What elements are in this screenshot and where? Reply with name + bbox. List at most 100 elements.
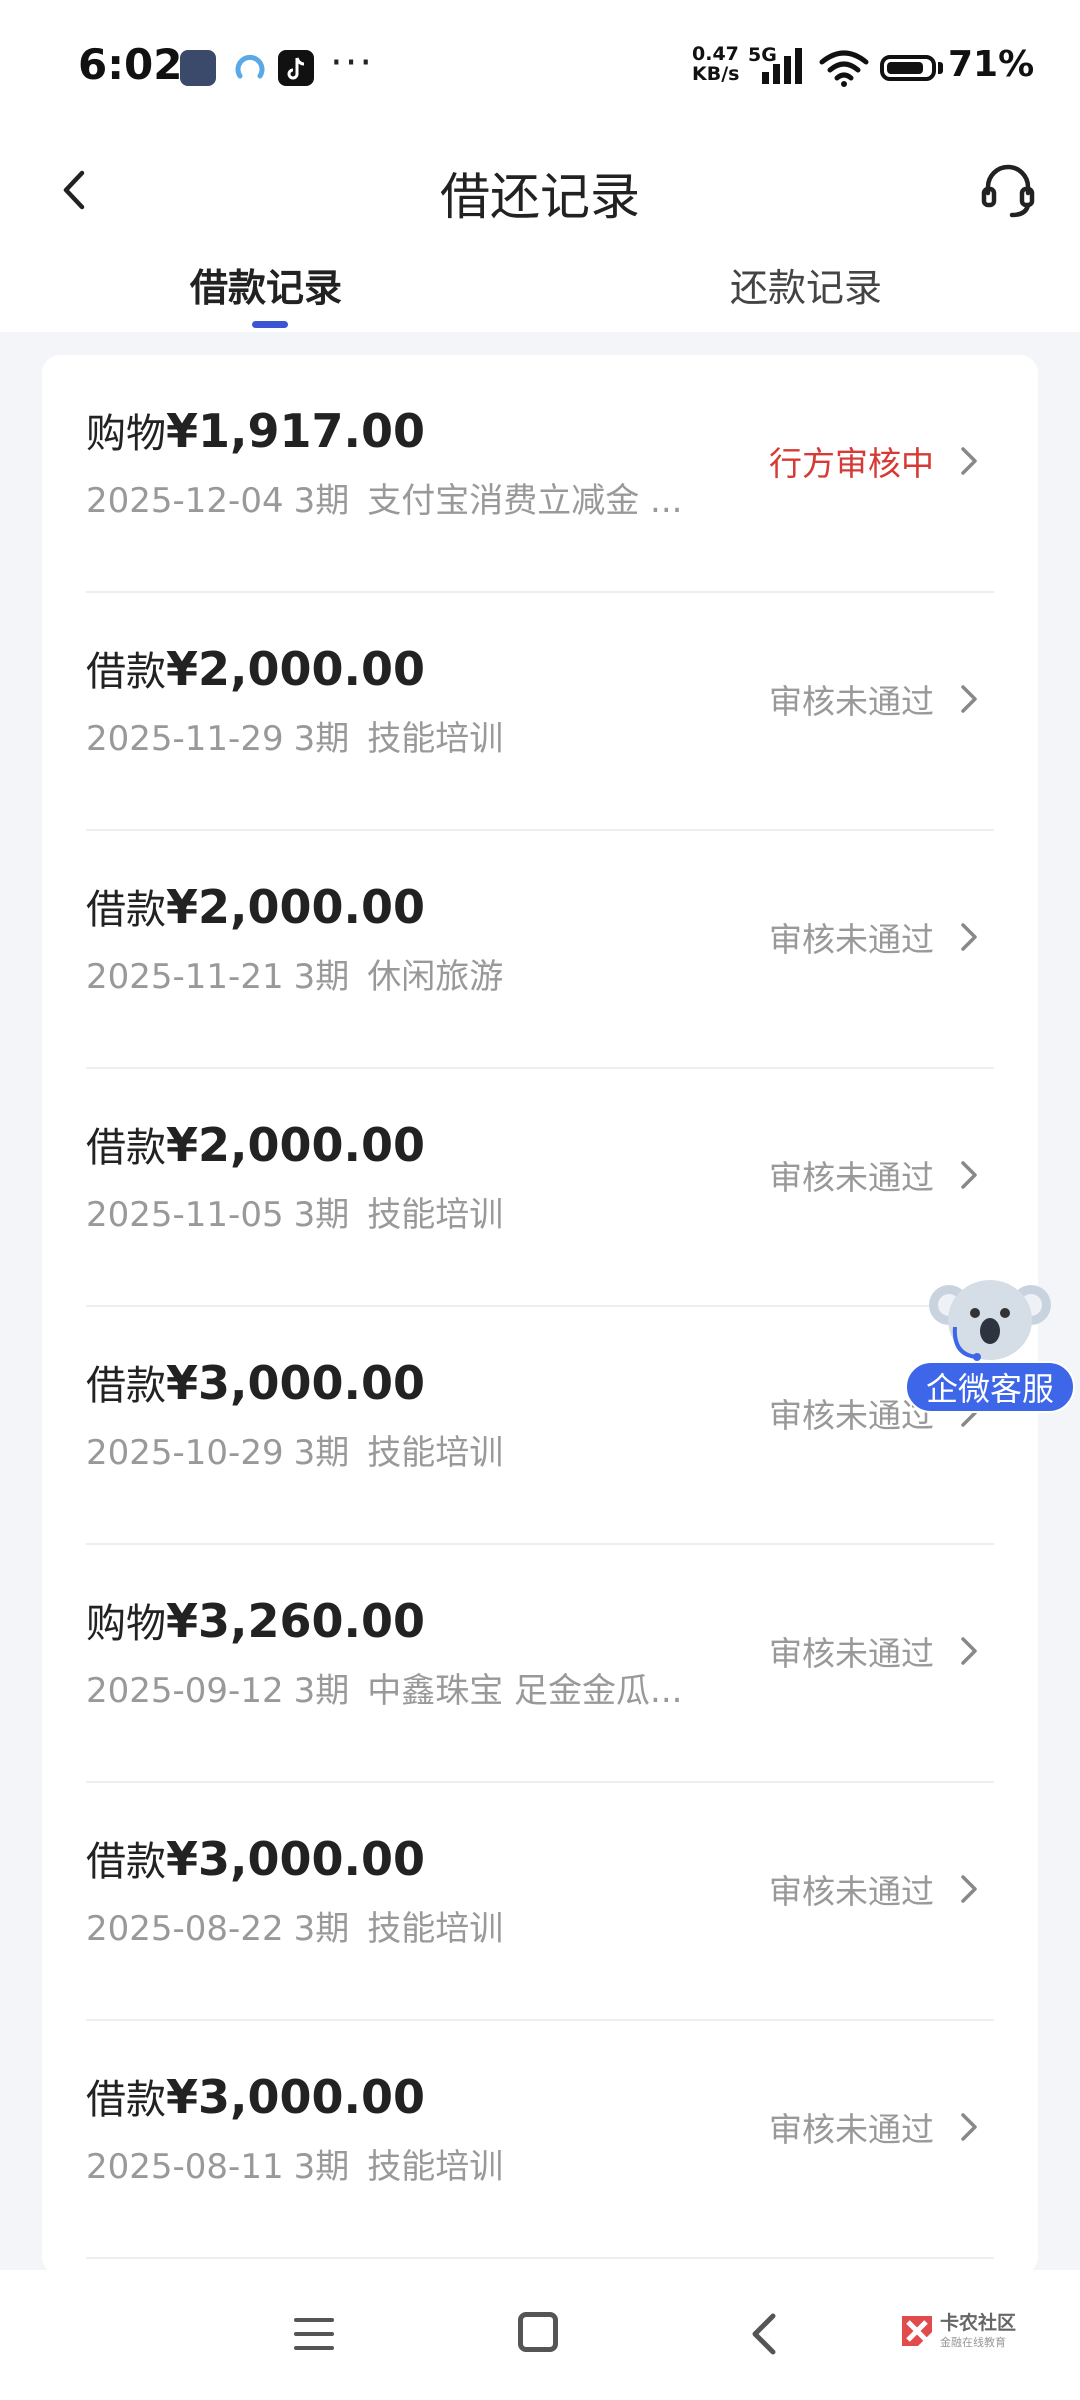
home-icon[interactable]: [518, 2312, 558, 2352]
status-time: 6:02: [78, 40, 183, 89]
record-date: 2025-11-21: [86, 957, 284, 997]
record-title: 购物¥1,917.00: [86, 401, 425, 459]
record-details: 2025-09-12 3期 中鑫珠宝 足金金瓜...: [86, 1663, 682, 1712]
record-title: 借款¥3,000.00: [86, 2067, 425, 2125]
record-date: 2025-08-11: [86, 2147, 284, 2187]
tiktok-notification-icon: [278, 50, 314, 86]
record-title: 借款¥2,000.00: [86, 1115, 425, 1173]
battery-tip: [938, 62, 943, 74]
watermark-slogan: 金融在线教育: [940, 2336, 1006, 2349]
record-row[interactable]: 借款¥2,000.00 2025-11-29 3期 技能培训 审核未通过: [42, 593, 1038, 831]
record-details: 2025-11-21 3期 休闲旅游: [86, 949, 503, 998]
record-term: 3期: [293, 1671, 350, 1711]
chevron-right-icon: [961, 1161, 977, 1189]
record-term: 3期: [293, 719, 350, 759]
record-term: 3期: [293, 2147, 350, 2187]
record-details: 2025-11-05 3期 技能培训: [86, 1187, 503, 1236]
watermark-logo: 卡农社区 金融在线教育: [898, 2308, 1028, 2358]
signal-icon: [762, 48, 802, 84]
record-amount: ¥2,000.00: [166, 880, 425, 934]
record-purpose: 技能培训: [367, 1195, 504, 1235]
record-amount: ¥3,000.00: [166, 2070, 425, 2124]
record-details: 2025-11-29 3期 技能培训: [86, 711, 503, 760]
record-type: 借款: [86, 1363, 166, 1409]
chevron-right-icon: [961, 1637, 977, 1665]
record-date: 2025-08-22: [86, 1909, 284, 1949]
record-amount: ¥1,917.00: [166, 404, 425, 458]
active-tab-indicator: [252, 321, 288, 328]
record-amount: ¥2,000.00: [166, 642, 425, 696]
record-date: 2025-12-04: [86, 481, 284, 521]
record-title: 借款¥2,000.00: [86, 639, 425, 697]
page-title: 借还记录: [440, 168, 640, 226]
record-title: 借款¥3,000.00: [86, 1353, 425, 1411]
record-date: 2025-10-29: [86, 1433, 284, 1473]
record-amount: ¥2,000.00: [166, 1118, 425, 1172]
row-divider: [86, 2257, 994, 2259]
record-purpose: 休闲旅游: [367, 957, 504, 997]
record-status: 审核未通过: [769, 682, 934, 721]
record-amount: ¥3,000.00: [166, 1832, 425, 1886]
record-type: 借款: [86, 887, 166, 933]
chevron-right-icon: [961, 2113, 977, 2141]
battery-icon: [880, 55, 936, 81]
wifi-icon: [819, 50, 869, 87]
floating-service-button[interactable]: 企微客服: [905, 1265, 1080, 1425]
battery-percent: 71%: [948, 44, 1035, 85]
record-amount: ¥3,000.00: [166, 1356, 425, 1410]
record-status: 审核未通过: [769, 1158, 934, 1197]
record-row[interactable]: 购物¥1,917.00 2025-12-04 3期 支付宝消费立减金 ... 行方审核中: [42, 355, 1038, 593]
record-purpose: 技能培训: [367, 719, 504, 759]
headset-icon[interactable]: [978, 159, 1038, 219]
tab-loan-records[interactable]: 借款记录: [190, 257, 342, 312]
navigation-bar: 借还记录: [0, 135, 1080, 245]
record-date: 2025-11-05: [86, 1195, 284, 1235]
menu-icon[interactable]: [292, 2314, 336, 2354]
record-type: 借款: [86, 1839, 166, 1885]
status-bar: 6:02 ··· 0.47 KB/s 5G 71%: [0, 0, 1080, 135]
record-status: 行方审核中: [769, 444, 934, 483]
record-type: 借款: [86, 1125, 166, 1171]
record-purpose: 技能培训: [367, 1909, 504, 1949]
koala-mascot-icon: [929, 1280, 1051, 1361]
record-row[interactable]: 借款¥2,000.00 2025-11-21 3期 休闲旅游 审核未通过: [42, 831, 1038, 1069]
chevron-right-icon: [961, 447, 977, 475]
records-list: 购物¥1,917.00 2025-12-04 3期 支付宝消费立减金 ... 行方审核中…: [42, 355, 1038, 2275]
knc-logo-icon: [902, 2316, 932, 2346]
tab-repayment-records[interactable]: 还款记录: [730, 257, 882, 312]
record-term: 3期: [293, 957, 350, 997]
loading-notification-icon: [232, 50, 268, 86]
record-row[interactable]: 借款¥3,000.00 2025-08-22 3期 技能培训 审核未通过: [42, 1783, 1038, 2021]
app-notification-icon: [180, 50, 216, 86]
back-icon[interactable]: [745, 2310, 785, 2358]
record-status: 审核未通过: [769, 1634, 934, 1673]
more-notifications-icon: ···: [330, 40, 375, 86]
record-row[interactable]: 购物¥3,260.00 2025-09-12 3期 中鑫珠宝 足金金瓜... 审核未通过: [42, 1545, 1038, 1783]
record-row[interactable]: 借款¥2,000.00 2025-11-05 3期 技能培训 审核未通过: [42, 1069, 1038, 1307]
watermark-name: 卡农社区: [940, 2312, 1017, 2334]
chevron-right-icon: [961, 923, 977, 951]
record-details: 2025-12-04 3期 支付宝消费立减金 ...: [86, 473, 682, 522]
record-amount: ¥3,260.00: [166, 1594, 425, 1648]
record-details: 2025-08-22 3期 技能培训: [86, 1901, 503, 1950]
floating-service-label: 企微客服: [905, 1361, 1075, 1413]
chevron-right-icon: [961, 1875, 977, 1903]
record-status: 审核未通过: [769, 920, 934, 959]
network-speed: 0.47 KB/s: [692, 43, 740, 85]
record-type: 借款: [86, 649, 166, 695]
chevron-right-icon: [961, 685, 977, 713]
record-status: 审核未通过: [769, 1872, 934, 1911]
record-term: 3期: [293, 1909, 350, 1949]
record-purpose: 技能培训: [367, 1433, 504, 1473]
record-title: 借款¥2,000.00: [86, 877, 425, 935]
record-purpose: 中鑫珠宝 足金金瓜...: [367, 1671, 683, 1711]
record-row[interactable]: 借款¥3,000.00 2025-10-29 3期 技能培训 审核未通过: [42, 1307, 1038, 1545]
record-details: 2025-08-11 3期 技能培训: [86, 2139, 503, 2188]
record-type: 购物: [86, 411, 166, 457]
record-type: 购物: [86, 1601, 166, 1647]
record-purpose: 支付宝消费立减金 ...: [367, 481, 683, 521]
record-row[interactable]: 借款¥3,000.00 2025-08-11 3期 技能培训 审核未通过: [42, 2021, 1038, 2259]
record-term: 3期: [293, 1433, 350, 1473]
record-status: 审核未通过: [769, 2110, 934, 2149]
record-date: 2025-11-29: [86, 719, 284, 759]
